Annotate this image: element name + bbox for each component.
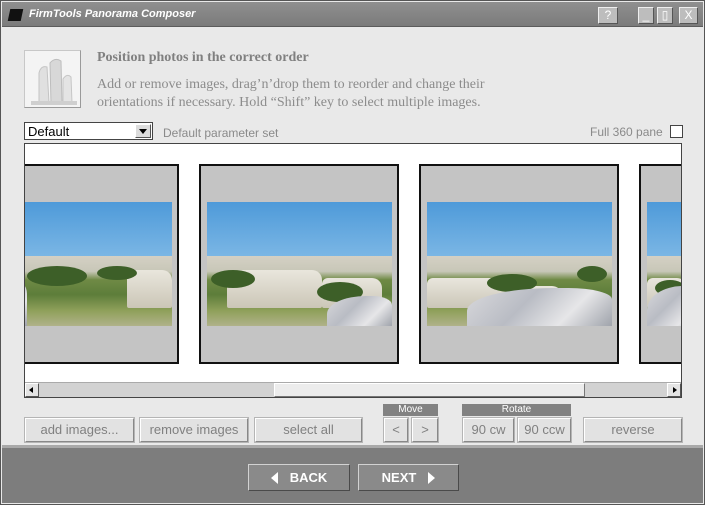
parameter-set-value: Default (28, 124, 70, 139)
full-360-checkbox[interactable] (670, 125, 683, 138)
parameter-set-select[interactable]: Default (24, 122, 153, 140)
next-label: NEXT (381, 470, 417, 485)
photo-stack-icon (24, 50, 81, 108)
move-left-button[interactable]: < (383, 417, 409, 443)
maximize-button[interactable]: ▯ (657, 7, 673, 24)
title-bar[interactable]: FirmTools Panorama Composer ? _ ▯ X (2, 2, 703, 27)
add-images-button[interactable]: add images... (24, 417, 135, 443)
photo-image (25, 202, 172, 326)
navigation-footer: BACK NEXT (2, 445, 703, 503)
rotate-group-label: Rotate (462, 404, 571, 416)
move-right-button[interactable]: > (411, 417, 439, 443)
photo-thumbnail[interactable] (639, 164, 681, 364)
chevron-down-icon[interactable] (135, 124, 151, 138)
horizontal-scrollbar[interactable] (25, 382, 681, 397)
select-all-button[interactable]: select all (254, 417, 363, 443)
photo-stack-icon-graphic (25, 51, 80, 107)
scroll-left-icon[interactable] (25, 383, 39, 397)
photo-image (647, 202, 681, 326)
photo-thumbnail[interactable] (199, 164, 399, 364)
photo-thumbnail[interactable] (419, 164, 619, 364)
page-title: Position photos in the correct order (97, 50, 309, 65)
help-button[interactable]: ? (598, 7, 618, 24)
back-label: BACK (289, 470, 328, 485)
photo-strip[interactable] (24, 143, 682, 398)
scroll-right-icon[interactable] (667, 383, 681, 397)
minimize-button[interactable]: _ (638, 7, 654, 24)
photo-image (427, 202, 612, 326)
app-icon (7, 9, 24, 21)
full-360-label: Full 360 pane (590, 125, 663, 139)
photo-strip-lane (25, 164, 681, 364)
rotate-cw-button[interactable]: 90 cw (462, 417, 515, 443)
photo-thumbnail[interactable] (25, 164, 179, 364)
parameter-set-label: Default parameter set (163, 126, 279, 140)
move-group-label: Move (383, 404, 438, 416)
arrow-left-icon (270, 471, 278, 484)
remove-images-button[interactable]: remove images (139, 417, 249, 443)
photo-image (207, 202, 392, 326)
reverse-button[interactable]: reverse (583, 417, 683, 443)
next-button[interactable]: NEXT (358, 464, 459, 491)
window-title: FirmTools Panorama Composer (29, 8, 196, 20)
close-button[interactable]: X (679, 7, 698, 24)
rotate-ccw-button[interactable]: 90 ccw (517, 417, 572, 443)
scrollbar-thumb[interactable] (274, 383, 585, 397)
back-button[interactable]: BACK (248, 464, 350, 491)
arrow-right-icon (428, 471, 436, 484)
page-description: Add or remove images, drag’n’drop them t… (97, 77, 485, 110)
panorama-composer-window: FirmTools Panorama Composer ? _ ▯ X Posi… (0, 0, 705, 505)
